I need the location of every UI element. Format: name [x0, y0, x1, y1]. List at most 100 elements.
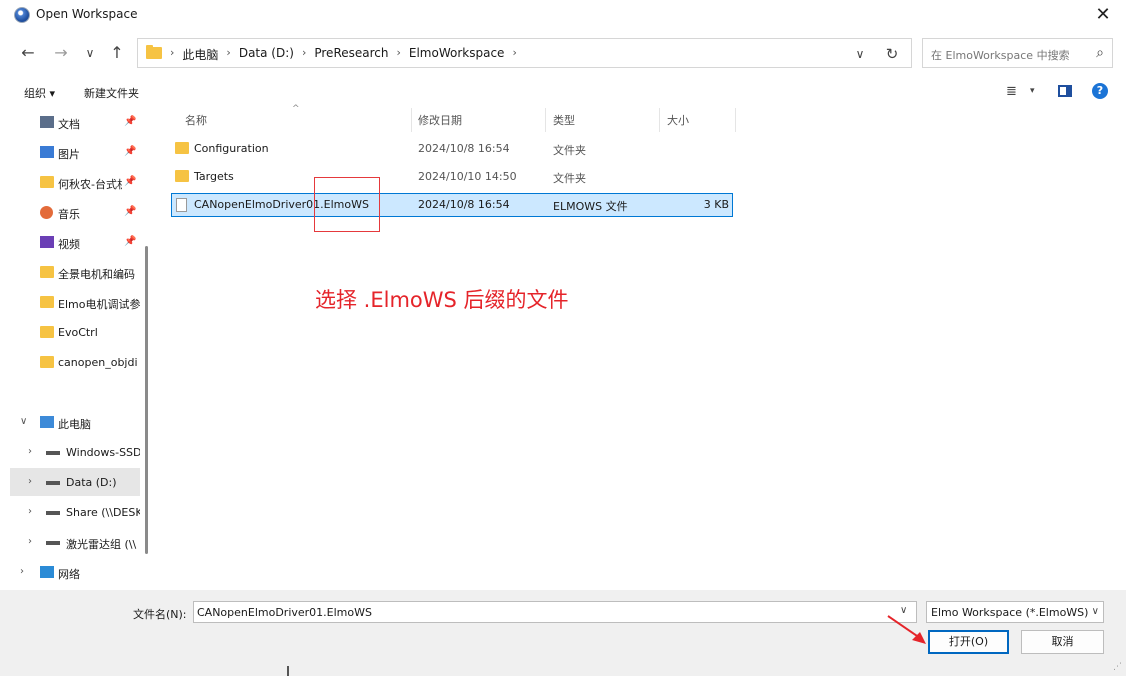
- address-bar[interactable]: › 此电脑 › Data (D:) › PreResearch › ElmoWo…: [137, 38, 912, 68]
- column-header-modified[interactable]: 修改日期: [418, 112, 462, 128]
- help-icon[interactable]: ?: [1092, 83, 1108, 99]
- breadcrumb-preresearch[interactable]: PreResearch: [308, 46, 394, 63]
- view-options-icon[interactable]: ≣: [1006, 84, 1017, 99]
- pin-icon[interactable]: 📌: [124, 236, 136, 247]
- sidebar-item-this-pc[interactable]: ∨ 此电脑: [10, 408, 140, 436]
- column-divider[interactable]: [411, 108, 412, 132]
- filename-input[interactable]: [193, 601, 917, 623]
- sidebar-item-drive[interactable]: › Share (\\DESK: [10, 498, 140, 526]
- sidebar-item-label: Share (\\DESK: [66, 506, 140, 519]
- up-arrow-icon[interactable]: ↑: [106, 42, 128, 64]
- drive-icon: [46, 451, 60, 455]
- open-button[interactable]: 打开(O): [928, 630, 1009, 654]
- pin-icon[interactable]: 📌: [124, 116, 136, 127]
- filename-label: 文件名(N):: [133, 608, 187, 621]
- file-row[interactable]: Targets 2024/10/10 14:50 文件夹: [171, 165, 733, 189]
- file-row-selected[interactable]: CANopenElmoDriver01.ElmoWS 2024/10/8 16:…: [171, 193, 733, 217]
- organize-menu[interactable]: 组织 ▾: [24, 85, 55, 101]
- sidebar-item-drive[interactable]: › 激光雷达组 (\\: [10, 528, 140, 556]
- sidebar-item-folder[interactable]: EvoCtrl: [10, 318, 140, 346]
- folder-icon: [40, 266, 54, 278]
- sidebar-item-label: 音乐: [58, 208, 80, 221]
- new-folder-button[interactable]: 新建文件夹: [84, 85, 139, 101]
- close-button[interactable]: ✕: [1080, 0, 1126, 30]
- music-icon: [40, 206, 53, 219]
- dialog-footer: 文件名(N): ∨ Elmo Workspace (*.ElmoWS) ∨ 打开…: [0, 590, 1126, 676]
- column-header-name[interactable]: 名称: [185, 112, 207, 128]
- sidebar-scrollbar[interactable]: [145, 246, 148, 554]
- chevron-right-icon[interactable]: ›: [28, 506, 32, 517]
- sidebar-item-folder[interactable]: canopen_objdi: [10, 348, 140, 376]
- resize-grip-icon[interactable]: ⋰: [1113, 662, 1122, 672]
- preview-pane-icon[interactable]: [1058, 85, 1072, 97]
- sidebar-item-label: EvoCtrl: [58, 326, 98, 339]
- breadcrumb-this-pc[interactable]: 此电脑: [176, 46, 224, 63]
- sidebar-item-documents[interactable]: 文档 📌: [10, 108, 140, 136]
- folder-icon: [175, 170, 189, 182]
- chevron-right-icon[interactable]: ›: [28, 536, 32, 547]
- breadcrumb-separator[interactable]: ›: [300, 46, 308, 63]
- file-size: 3 KB: [703, 198, 729, 211]
- sidebar-item-label: 激光雷达组 (\\: [66, 538, 137, 551]
- chevron-down-icon[interactable]: ∨: [849, 43, 871, 65]
- file-modified: 2024/10/8 16:54: [418, 198, 510, 211]
- column-divider[interactable]: [659, 108, 660, 132]
- pictures-icon: [40, 146, 54, 158]
- column-header-type[interactable]: 类型: [553, 112, 575, 128]
- column-divider[interactable]: [735, 108, 736, 132]
- chevron-right-icon[interactable]: ›: [28, 476, 32, 487]
- folder-icon: [40, 176, 54, 188]
- sidebar-item-pictures[interactable]: 图片 📌: [10, 138, 140, 166]
- breadcrumb-elmoworkspace[interactable]: ElmoWorkspace: [403, 46, 511, 63]
- sidebar-item-label: canopen_objdi: [58, 356, 138, 369]
- sidebar-item-folder[interactable]: Elmo电机调试参: [10, 288, 140, 316]
- navigation-pane[interactable]: 文档 📌 图片 📌 何秋农-台式机 📌 音乐 📌 视频 📌 全景电机和编码 El…: [10, 106, 150, 590]
- file-row[interactable]: Configuration 2024/10/8 16:54 文件夹: [171, 137, 733, 161]
- view-dropdown-icon[interactable]: ▾: [1030, 86, 1035, 96]
- pin-icon[interactable]: 📌: [124, 206, 136, 217]
- chevron-down-icon[interactable]: ∨: [1092, 606, 1099, 617]
- refresh-icon[interactable]: ↻: [881, 43, 903, 65]
- chevron-right-icon[interactable]: ›: [28, 446, 32, 457]
- computer-icon: [40, 416, 54, 428]
- document-icon: [40, 116, 54, 128]
- forward-arrow-icon[interactable]: →: [50, 42, 72, 64]
- window-title: Open Workspace: [36, 7, 138, 21]
- file-type-select[interactable]: Elmo Workspace (*.ElmoWS) ∨: [926, 601, 1104, 623]
- sidebar-item-videos[interactable]: 视频 📌: [10, 228, 140, 256]
- chevron-down-icon[interactable]: ∨: [20, 416, 27, 427]
- file-modified: 2024/10/10 14:50: [418, 170, 517, 183]
- file-name: Configuration: [194, 142, 269, 155]
- sort-ascending-icon: ^: [292, 104, 300, 114]
- network-drive-icon: [46, 541, 60, 545]
- pin-icon[interactable]: 📌: [124, 146, 136, 157]
- breadcrumb-data-drive[interactable]: Data (D:): [233, 46, 300, 63]
- annotation-highlight-box: [314, 177, 380, 232]
- sidebar-item-label: Data (D:): [66, 476, 117, 489]
- file-list[interactable]: 名称 ^ 修改日期 类型 大小 Configuration 2024/10/8 …: [155, 104, 1120, 590]
- sidebar-item-network[interactable]: › 网络: [10, 558, 140, 586]
- breadcrumb-separator: ›: [170, 46, 175, 59]
- search-input[interactable]: 在 ElmoWorkspace 中搜索 ⌕: [922, 38, 1113, 68]
- back-arrow-icon[interactable]: ←: [17, 42, 39, 64]
- cancel-button[interactable]: 取消: [1021, 630, 1104, 654]
- file-type: 文件夹: [553, 172, 586, 185]
- breadcrumb-separator[interactable]: ›: [394, 46, 402, 63]
- sidebar-item-folder[interactable]: 全景电机和编码: [10, 258, 140, 286]
- video-icon: [40, 236, 54, 248]
- sidebar-item-folder[interactable]: 何秋农-台式机 📌: [10, 168, 140, 196]
- sidebar-item-music[interactable]: 音乐 📌: [10, 198, 140, 226]
- sidebar-item-label: 图片: [58, 148, 80, 161]
- chevron-right-icon[interactable]: ›: [20, 566, 24, 577]
- sidebar-item-label: 此电脑: [58, 418, 91, 431]
- breadcrumb-separator[interactable]: ›: [224, 46, 232, 63]
- title-bar: Open Workspace ✕: [0, 0, 1126, 30]
- sidebar-item-label: Windows-SSD: [66, 446, 140, 459]
- sidebar-item-drive[interactable]: › Windows-SSD: [10, 438, 140, 466]
- column-divider[interactable]: [545, 108, 546, 132]
- recent-locations-chevron-icon[interactable]: ∨: [79, 42, 101, 64]
- sidebar-item-drive[interactable]: › Data (D:): [10, 468, 140, 496]
- pin-icon[interactable]: 📌: [124, 176, 136, 187]
- column-header-size[interactable]: 大小: [667, 112, 689, 128]
- breadcrumb-separator[interactable]: ›: [510, 46, 518, 63]
